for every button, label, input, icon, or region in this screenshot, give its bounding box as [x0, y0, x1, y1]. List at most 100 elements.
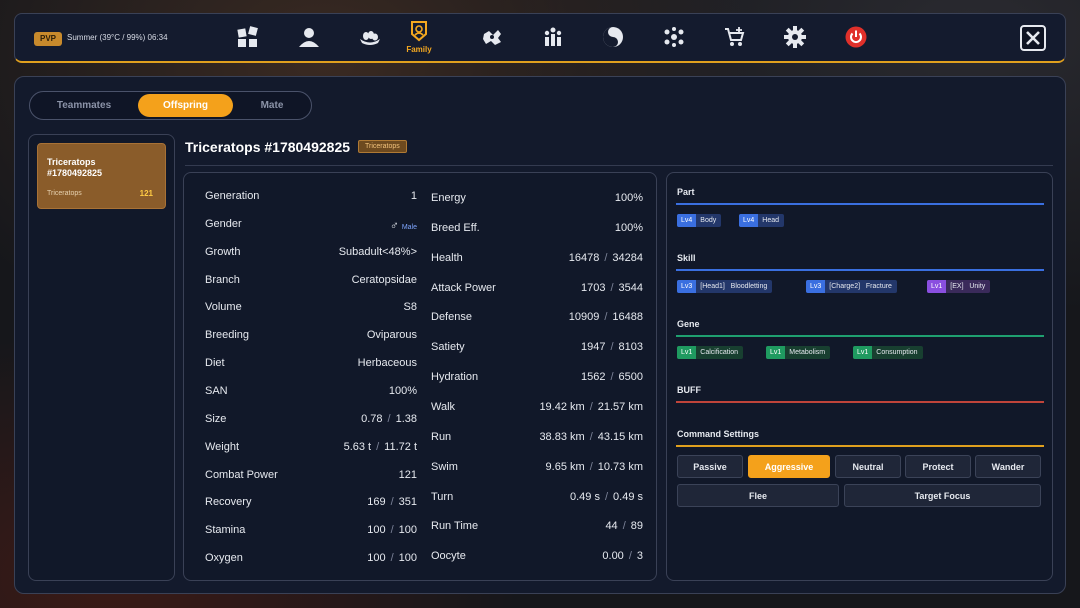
stat-label: Run Time [431, 520, 479, 533]
network-icon [664, 27, 684, 47]
nav-social[interactable] [651, 14, 697, 64]
buff-divider [676, 401, 1044, 403]
stat-row-hydration: Hydration 1562 / 6500 [431, 371, 643, 385]
close-button[interactable] [1020, 25, 1046, 51]
person-icon [299, 28, 319, 47]
stat-value: 1947 [580, 341, 606, 354]
stat-value-group: 1 [411, 190, 417, 202]
attribute-chip[interactable]: Lv1 Metabolism [766, 346, 831, 359]
stat-separator: / [376, 440, 380, 453]
stat-label: Generation [205, 190, 260, 202]
chip-level: Lv1 [766, 346, 786, 359]
stat-max: 11.72 t [384, 440, 417, 453]
nav-nest[interactable] [347, 14, 393, 64]
command-protect-button[interactable]: Protect [905, 455, 971, 478]
command-target-focus-button[interactable]: Target Focus [844, 484, 1041, 507]
command-flee-button[interactable]: Flee [677, 484, 839, 507]
family-tabs: Teammates Offspring Mate [29, 91, 312, 120]
command-passive-button[interactable]: Passive [677, 455, 743, 478]
stat-row-combat-power: Combat Power 121 [205, 469, 417, 483]
creature-title: Triceratops #1780492825 [185, 139, 351, 155]
power-icon [845, 26, 867, 48]
attribute-chip[interactable]: Lv1 Consumption [853, 346, 923, 359]
close-icon [1026, 31, 1040, 45]
stat-row-stamina: Stamina 100 / 100 [205, 524, 417, 538]
stat-value-group: S8 [404, 301, 417, 313]
attribute-chip[interactable]: Lv3 [Head1] Bloodletting [677, 280, 773, 293]
stat-value-group: Oviparous [367, 329, 417, 341]
attribute-chip[interactable]: Lv4 Head [739, 214, 785, 227]
stat-row-san: SAN 100% [205, 385, 417, 399]
stat-value-group: 9.65 km / 10.73 km [546, 461, 643, 473]
attribute-chip[interactable]: Lv4 Body [677, 214, 722, 227]
stat-value: 1 [410, 190, 417, 202]
stat-label: Attack Power [431, 281, 496, 294]
attribute-chip[interactable]: Lv1 [EX] Unity [927, 280, 991, 293]
stat-value: 0.78 [361, 412, 383, 425]
tab-teammates[interactable]: Teammates [32, 94, 136, 117]
nav-daynight[interactable] [590, 14, 636, 64]
attributes-panel: Part Lv4 Body Lv4 Head Skill Lv3 [Head1] Blo… [666, 172, 1053, 581]
offspring-card[interactable]: Triceratops #1780492825 Triceratops 121 [37, 143, 166, 209]
stat-label: Run [431, 430, 452, 443]
stat-value-group: 38.83 km / 43.15 km [539, 431, 643, 443]
stat-value-group: Subadult<48%> [339, 246, 417, 258]
stat-label: Turn [431, 490, 454, 503]
attribute-chip[interactable]: Lv3 [Charge2] Fracture [806, 280, 897, 293]
chip-level: Lv4 [739, 214, 759, 227]
stat-value: 1562 [580, 371, 606, 384]
stat-row-defense: Defense 10909 / 16488 [431, 311, 643, 325]
stat-value: Ceratopsidae [351, 273, 417, 286]
stat-row-attack-power: Attack Power 1703 / 3544 [431, 282, 643, 296]
stat-row-growth: Growth Subadult<48%> [205, 246, 417, 260]
stat-label: SAN [205, 384, 228, 397]
stat-row-diet: Diet Herbaceous [205, 357, 417, 371]
chip-name: [Charge2] Fracture [829, 283, 892, 290]
stat-label: Defense [431, 311, 472, 324]
stat-row-energy: Energy 100% [431, 192, 643, 206]
offspring-species: Triceratops [47, 190, 82, 197]
family-crest-icon [411, 21, 427, 42]
stat-label: Weight [205, 440, 240, 453]
stat-value: 5.63 t [343, 440, 372, 453]
buff-section-title: BUFF [677, 385, 701, 395]
nav-settings[interactable] [772, 14, 818, 64]
attribute-chip[interactable]: Lv1 Calcification [677, 346, 744, 359]
nav-map[interactable] [469, 14, 515, 64]
skill-section-title: Skill [677, 253, 696, 263]
gene-divider [676, 335, 1044, 337]
stat-separator: / [390, 524, 394, 537]
stat-value: 1703 [580, 281, 606, 294]
gender-value: Male [401, 223, 417, 231]
command-aggressive-button[interactable]: Aggressive [748, 455, 830, 478]
stat-value-group: 0.00 / 3 [602, 550, 643, 562]
pvp-badge: PVP [34, 32, 63, 46]
nav-family[interactable]: Family [396, 14, 442, 64]
stat-max: 3544 [618, 281, 643, 294]
stat-value: 169 [367, 496, 386, 509]
group-icon [544, 27, 562, 46]
nav-profile[interactable] [286, 14, 332, 64]
nav-group[interactable] [530, 14, 576, 64]
tab-mate[interactable]: Mate [235, 94, 309, 117]
stats-panel: Generation 1 Gender ♂ Male Growth Subadult<48%… [183, 172, 657, 581]
chip-level: Lv1 [853, 346, 873, 359]
stat-separator: / [390, 552, 394, 565]
stat-value-group: 1703 / 3544 [581, 282, 643, 294]
stat-separator: / [604, 490, 609, 503]
chip-name: Head [762, 217, 780, 224]
nav-shop[interactable] [712, 14, 758, 64]
command-wander-button[interactable]: Wander [975, 455, 1041, 478]
stat-value-group: Herbaceous [358, 357, 417, 369]
stat-value: Subadult<48%> [338, 245, 417, 258]
stat-separator: / [589, 460, 593, 473]
nav-inventory[interactable] [225, 14, 271, 64]
grid-blocks-icon [237, 26, 258, 47]
gene-section-title: Gene [677, 319, 700, 329]
tab-offspring[interactable]: Offspring [138, 94, 233, 117]
command-neutral-button[interactable]: Neutral [835, 455, 901, 478]
stat-value: 100% [388, 384, 417, 397]
stat-separator: / [622, 520, 626, 533]
nav-power[interactable] [833, 14, 879, 64]
stat-value: 121 [398, 468, 417, 481]
